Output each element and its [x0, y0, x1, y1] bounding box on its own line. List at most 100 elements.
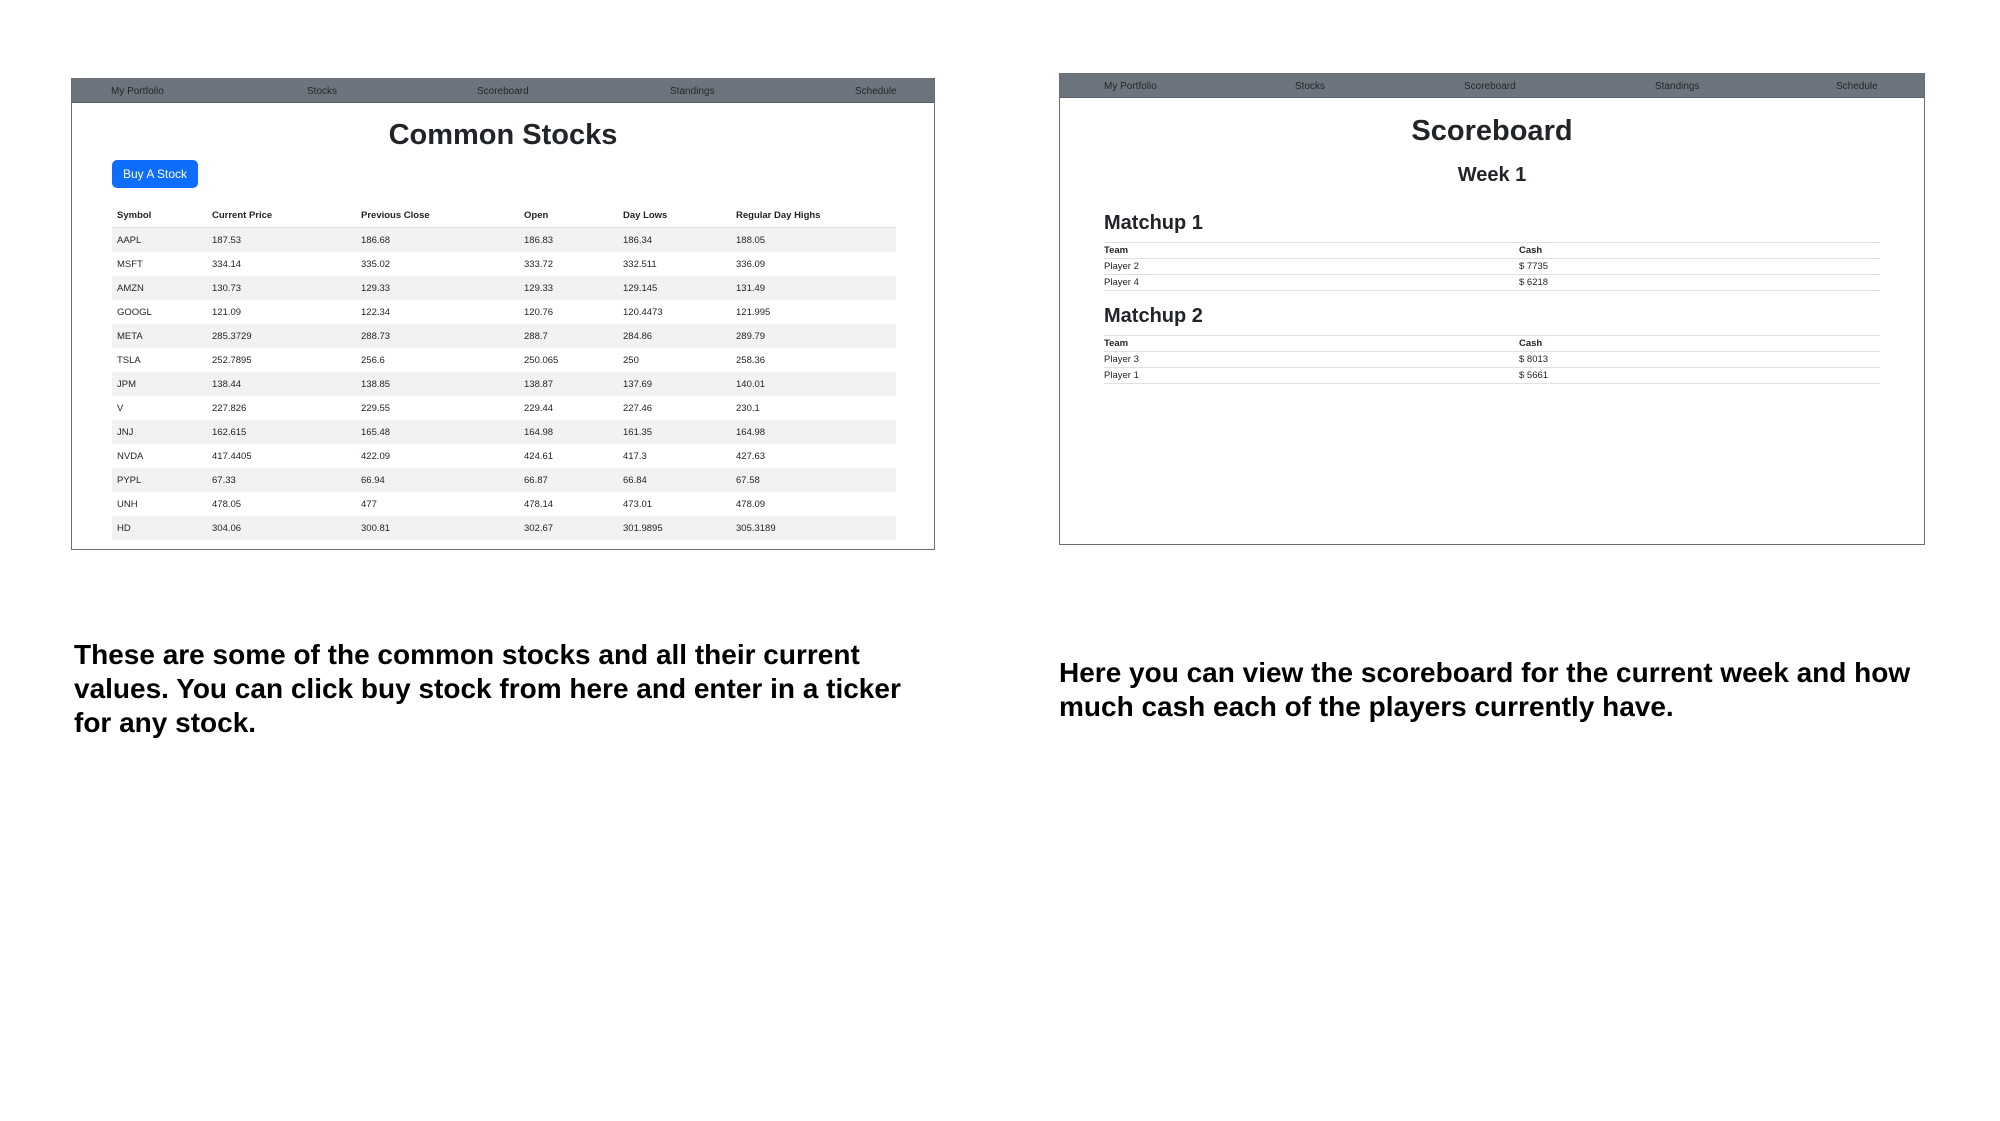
nav-standings[interactable]: Standings	[670, 86, 714, 97]
day-high-cell: 140.01	[736, 378, 766, 390]
column-header: Team	[1104, 242, 1519, 259]
current-price-cell: 304.06	[212, 522, 242, 534]
day-low-cell: 301.9895	[623, 522, 663, 534]
stocks-table: Symbol Current Price Previous Close Open…	[112, 203, 896, 540]
previous-close-cell: 422.09	[361, 450, 391, 462]
previous-close-cell: 300.81	[361, 522, 391, 534]
open-cell: 138.87	[524, 378, 554, 390]
nav-scoreboard[interactable]: Scoreboard	[1464, 81, 1516, 92]
nav-my-portfolio[interactable]: My Portfolio	[111, 86, 164, 97]
scoreboard-caption: Here you can view the scoreboard for the…	[1059, 657, 1911, 722]
column-header: Cash	[1519, 242, 1880, 259]
open-cell: 250.065	[524, 354, 559, 366]
stocks-table-body: AAPL 187.53 186.68 186.83 186.34 188.05 MSFT 33…	[112, 227, 896, 540]
buy-stock-button[interactable]: Buy A Stock	[112, 160, 198, 188]
open-cell: 288.7	[524, 330, 548, 342]
table-row: V 227.826 229.55 229.44 227.46 230.1	[112, 396, 896, 420]
column-header: Team	[1104, 335, 1519, 352]
symbol-cell: HD	[117, 522, 131, 534]
navbar: My Portfolio Stocks Scoreboard Standings…	[1060, 74, 1924, 98]
cash-cell: $ 7735	[1519, 258, 1880, 275]
open-cell: 120.76	[524, 306, 554, 318]
navbar: My Portfolio Stocks Scoreboard Standings…	[72, 79, 934, 103]
table-row: Player 4 $ 6218	[1104, 274, 1880, 291]
week-heading: Week 1	[1457, 164, 1527, 186]
current-price-cell: 138.44	[212, 378, 242, 390]
open-cell: 129.33	[524, 282, 554, 294]
open-cell: 66.87	[524, 474, 548, 486]
symbol-cell: TSLA	[117, 354, 141, 366]
column-header: Open	[519, 203, 618, 228]
column-header: Previous Close	[356, 203, 519, 228]
open-cell: 164.98	[524, 426, 554, 438]
matchup-section: Matchup 1 Team Cash Player 2 $ 7735 Play…	[1104, 212, 1880, 291]
previous-close-cell: 256.6	[361, 354, 385, 366]
previous-close-cell: 477	[361, 498, 377, 510]
current-price-cell: 285.3729	[212, 330, 252, 342]
nav-schedule[interactable]: Schedule	[1836, 81, 1878, 92]
current-price-cell: 130.73	[212, 282, 242, 294]
day-low-cell: 473.01	[623, 498, 653, 510]
current-price-cell: 227.826	[212, 402, 247, 414]
nav-stocks[interactable]: Stocks	[307, 86, 337, 97]
symbol-cell: UNH	[117, 498, 138, 510]
column-header: Day Lows	[618, 203, 731, 228]
day-high-cell: 230.1	[736, 402, 760, 414]
nav-stocks[interactable]: Stocks	[1295, 81, 1325, 92]
page-title: Common Stocks	[388, 119, 618, 151]
previous-close-cell: 66.94	[361, 474, 385, 486]
team-cell: Player 1	[1104, 367, 1519, 384]
matchup-title: Matchup 2	[1104, 305, 1203, 327]
column-header: Symbol	[112, 203, 207, 228]
day-high-cell: 121.995	[736, 306, 771, 318]
team-cell: Player 2	[1104, 258, 1519, 275]
nav-my-portfolio[interactable]: My Portfolio	[1104, 81, 1157, 92]
current-price-cell: 187.53	[212, 234, 242, 246]
day-high-cell: 67.58	[736, 474, 760, 486]
matchup-table: Team Cash Player 3 $ 8013 Player 1 $ 566…	[1104, 335, 1880, 384]
current-price-cell: 478.05	[212, 498, 242, 510]
open-cell: 478.14	[524, 498, 554, 510]
previous-close-cell: 335.02	[361, 258, 391, 270]
symbol-cell: JNJ	[117, 426, 134, 438]
current-price-cell: 67.33	[212, 474, 236, 486]
day-low-cell: 284.86	[623, 330, 653, 342]
table-row: JPM 138.44 138.85 138.87 137.69 140.01	[112, 372, 896, 396]
matchup-section: Matchup 2 Team Cash Player 3 $ 8013 Play…	[1104, 305, 1880, 384]
table-row: Player 2 $ 7735	[1104, 258, 1880, 275]
stocks-screenshot: My Portfolio Stocks Scoreboard Standings…	[71, 78, 935, 550]
nav-schedule[interactable]: Schedule	[855, 86, 897, 97]
day-low-cell: 161.35	[623, 426, 653, 438]
nav-scoreboard[interactable]: Scoreboard	[477, 86, 529, 97]
current-price-cell: 121.09	[212, 306, 242, 318]
day-low-cell: 186.34	[623, 234, 653, 246]
day-high-cell: 188.05	[736, 234, 766, 246]
open-cell: 302.67	[524, 522, 554, 534]
current-price-cell: 334.14	[212, 258, 242, 270]
day-low-cell: 227.46	[623, 402, 653, 414]
table-row: TSLA 252.7895 256.6 250.065 250 258.36	[112, 348, 896, 372]
stocks-caption: These are some of the common stocks and …	[74, 639, 901, 738]
table-row: META 285.3729 288.73 288.7 284.86 289.79	[112, 324, 896, 348]
day-low-cell: 66.84	[623, 474, 647, 486]
day-high-cell: 258.36	[736, 354, 766, 366]
symbol-cell: NVDA	[117, 450, 144, 462]
table-row: JNJ 162.615 165.48 164.98 161.35 164.98	[112, 420, 896, 444]
symbol-cell: AMZN	[117, 282, 144, 294]
symbol-cell: V	[117, 402, 124, 414]
day-low-cell: 120.4473	[623, 306, 663, 318]
column-header: Regular Day Highs	[731, 203, 896, 228]
symbol-cell: GOOGL	[117, 306, 152, 318]
previous-close-cell: 138.85	[361, 378, 391, 390]
matchup-table: Team Cash Player 2 $ 7735 Player 4 $ 621…	[1104, 242, 1880, 291]
previous-close-cell: 122.34	[361, 306, 391, 318]
table-row: NVDA 417.4405 422.09 424.61 417.3 427.63	[112, 444, 896, 468]
previous-close-cell: 129.33	[361, 282, 391, 294]
table-row: AAPL 187.53 186.68 186.83 186.34 188.05	[112, 227, 896, 252]
nav-standings[interactable]: Standings	[1655, 81, 1699, 92]
symbol-cell: PYPL	[117, 474, 142, 486]
day-low-cell: 250	[623, 354, 639, 366]
day-high-cell: 164.98	[736, 426, 766, 438]
previous-close-cell: 165.48	[361, 426, 391, 438]
day-low-cell: 417.3	[623, 450, 647, 462]
